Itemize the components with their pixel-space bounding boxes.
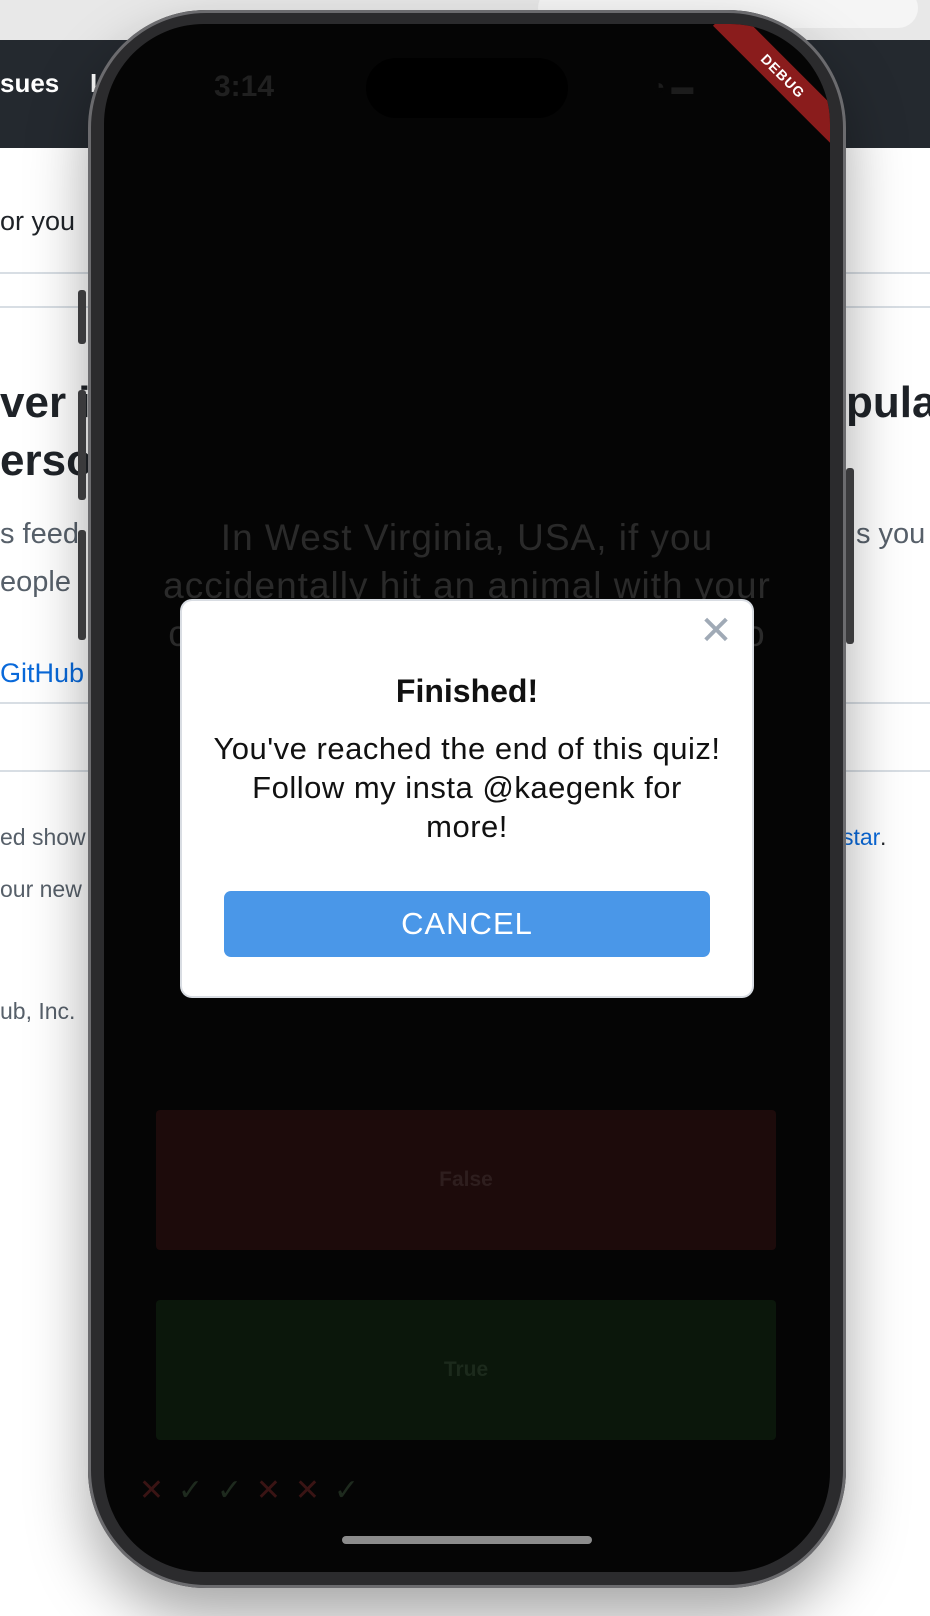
false-button[interactable]: False bbox=[156, 1110, 776, 1250]
false-button-label: False bbox=[439, 1168, 493, 1191]
company-text: ub, Inc. bbox=[0, 998, 76, 1024]
wifi-battery-icon: ◔ ▬ bbox=[652, 74, 694, 99]
finished-alert-dialog: ✕ Finished! You've reached the end of th… bbox=[182, 601, 752, 996]
cancel-button[interactable]: CANCEL bbox=[224, 891, 710, 957]
check-icon: ✓ bbox=[216, 1474, 243, 1507]
dynamic-island bbox=[366, 58, 568, 118]
cross-icon: ✕ bbox=[294, 1474, 321, 1507]
close-icon[interactable]: ✕ bbox=[696, 611, 736, 651]
intro-text: or you bbox=[0, 206, 76, 236]
nav-issues-link[interactable]: sues bbox=[0, 68, 59, 99]
mute-switch bbox=[78, 290, 86, 344]
check-icon: ✓ bbox=[333, 1474, 360, 1507]
volume-up-button bbox=[78, 390, 86, 500]
check-icon: ✓ bbox=[177, 1474, 204, 1507]
home-indicator[interactable] bbox=[342, 1536, 592, 1544]
status-time: 3:14 bbox=[214, 70, 275, 103]
score-keeper: ✕ ✓ ✓ ✕ ✕ ✓ bbox=[138, 1476, 360, 1506]
cross-icon: ✕ bbox=[255, 1474, 282, 1507]
feed-text-right: s you bbox=[856, 518, 926, 550]
people-text: eople bbox=[0, 566, 71, 598]
github-link[interactable]: GitHub bbox=[0, 658, 84, 689]
power-button bbox=[846, 468, 854, 644]
heading-left-1: ver i bbox=[0, 378, 91, 427]
heading-right-1: pula bbox=[846, 378, 930, 427]
shown-text: ed show bbox=[0, 824, 86, 850]
star-link[interactable]: star bbox=[842, 824, 880, 851]
star-period: . bbox=[880, 824, 887, 850]
news-text: our new bbox=[0, 876, 82, 902]
feed-text-left: s feed bbox=[0, 518, 79, 550]
dialog-description: You've reached the end of this quiz! Fol… bbox=[213, 731, 721, 844]
cross-icon: ✕ bbox=[138, 1474, 165, 1507]
true-button[interactable]: True bbox=[156, 1300, 776, 1440]
cancel-button-label: CANCEL bbox=[401, 906, 533, 941]
volume-down-button bbox=[78, 530, 86, 640]
true-button-label: True bbox=[443, 1358, 489, 1381]
dialog-title: Finished! bbox=[395, 673, 539, 709]
